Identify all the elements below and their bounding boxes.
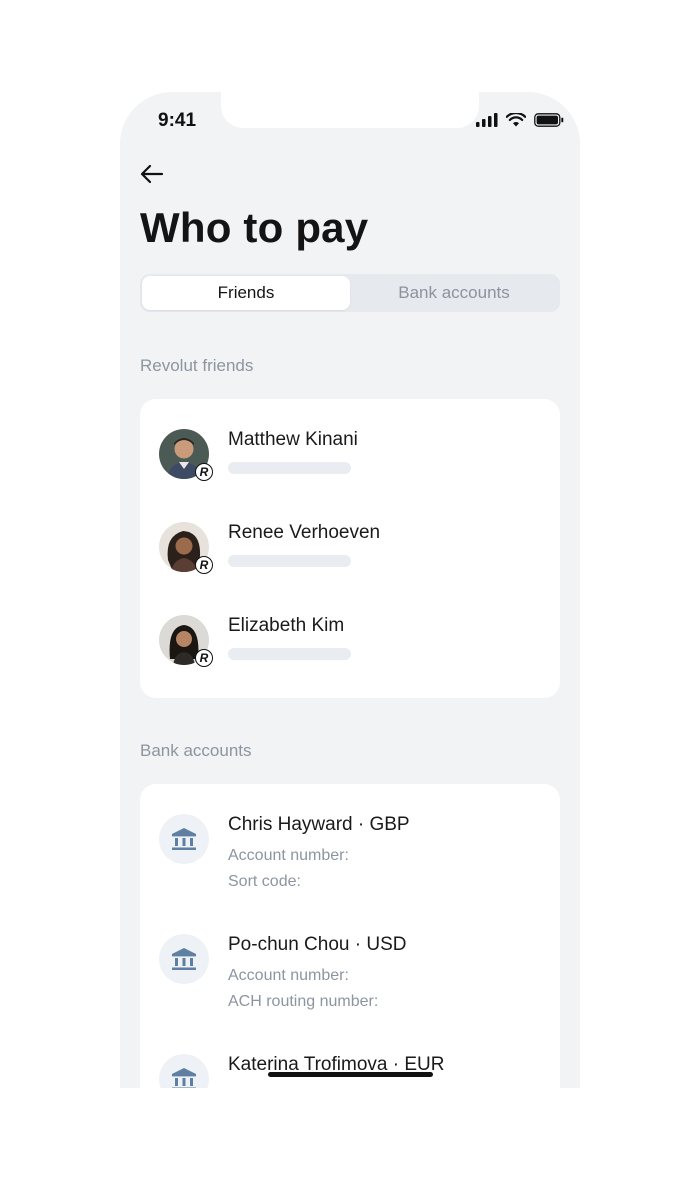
bank-accounts-card: Chris Hayward · GBP Account number: Sort… <box>140 784 560 1088</box>
sort-code-label: Sort code: <box>228 873 301 890</box>
page-title: Who to pay <box>140 204 369 251</box>
bank-account-row[interactable]: Chris Hayward · GBP Account number: Sort… <box>140 814 560 894</box>
segmented-control: Friends Bank accounts <box>140 274 560 312</box>
placeholder-line <box>228 648 351 660</box>
revolut-badge: R <box>195 556 213 574</box>
bank-icon <box>159 934 209 984</box>
revolut-badge: R <box>195 463 213 481</box>
bank-icon <box>159 814 209 864</box>
friend-row[interactable]: R Matthew Kinani <box>140 429 560 489</box>
bank-icon <box>159 1054 209 1088</box>
ach-routing-number-label: ACH routing number: <box>228 993 379 1010</box>
section-label-bank-accounts: Bank accounts <box>140 741 252 760</box>
status-time: 9:41 <box>158 110 197 131</box>
status-icons <box>476 113 564 127</box>
bank-account-row[interactable]: Katerina Trofimova · EUR <box>140 1054 560 1088</box>
section-label-friends: Revolut friends <box>140 356 254 375</box>
placeholder-line <box>228 555 351 567</box>
placeholder-line <box>228 462 351 474</box>
friend-name: Renee Verhoeven <box>228 522 381 543</box>
tab-bank-accounts[interactable]: Bank accounts <box>350 276 558 310</box>
friend-row[interactable]: R Renee Verhoeven <box>140 522 560 582</box>
bank-account-row[interactable]: Po-chun Chou · USD Account number: ACH r… <box>140 934 560 1014</box>
notch <box>221 92 479 128</box>
account-holder-name: Po-chun Chou · USD <box>228 934 407 955</box>
revolut-badge: R <box>195 649 213 667</box>
wifi-icon <box>506 113 526 127</box>
account-number-label: Account number: <box>228 847 349 864</box>
friends-card: R Matthew Kinani R Renee Verhoeven R Eli… <box>140 399 560 698</box>
friend-row[interactable]: R Elizabeth Kim <box>140 615 560 675</box>
arrow-left-icon <box>140 164 164 184</box>
back-button[interactable] <box>138 162 166 186</box>
account-number-label: Account number: <box>228 967 349 984</box>
signal-icon <box>476 113 498 127</box>
account-holder-name: Chris Hayward · GBP <box>228 814 410 835</box>
tab-friends[interactable]: Friends <box>142 276 350 310</box>
friend-name: Elizabeth Kim <box>228 615 345 636</box>
home-indicator <box>268 1072 433 1077</box>
phone-screen: 9:41 Who to pay Friends Bank accounts Re… <box>120 92 580 1088</box>
friend-name: Matthew Kinani <box>228 429 358 450</box>
battery-icon <box>534 113 564 127</box>
